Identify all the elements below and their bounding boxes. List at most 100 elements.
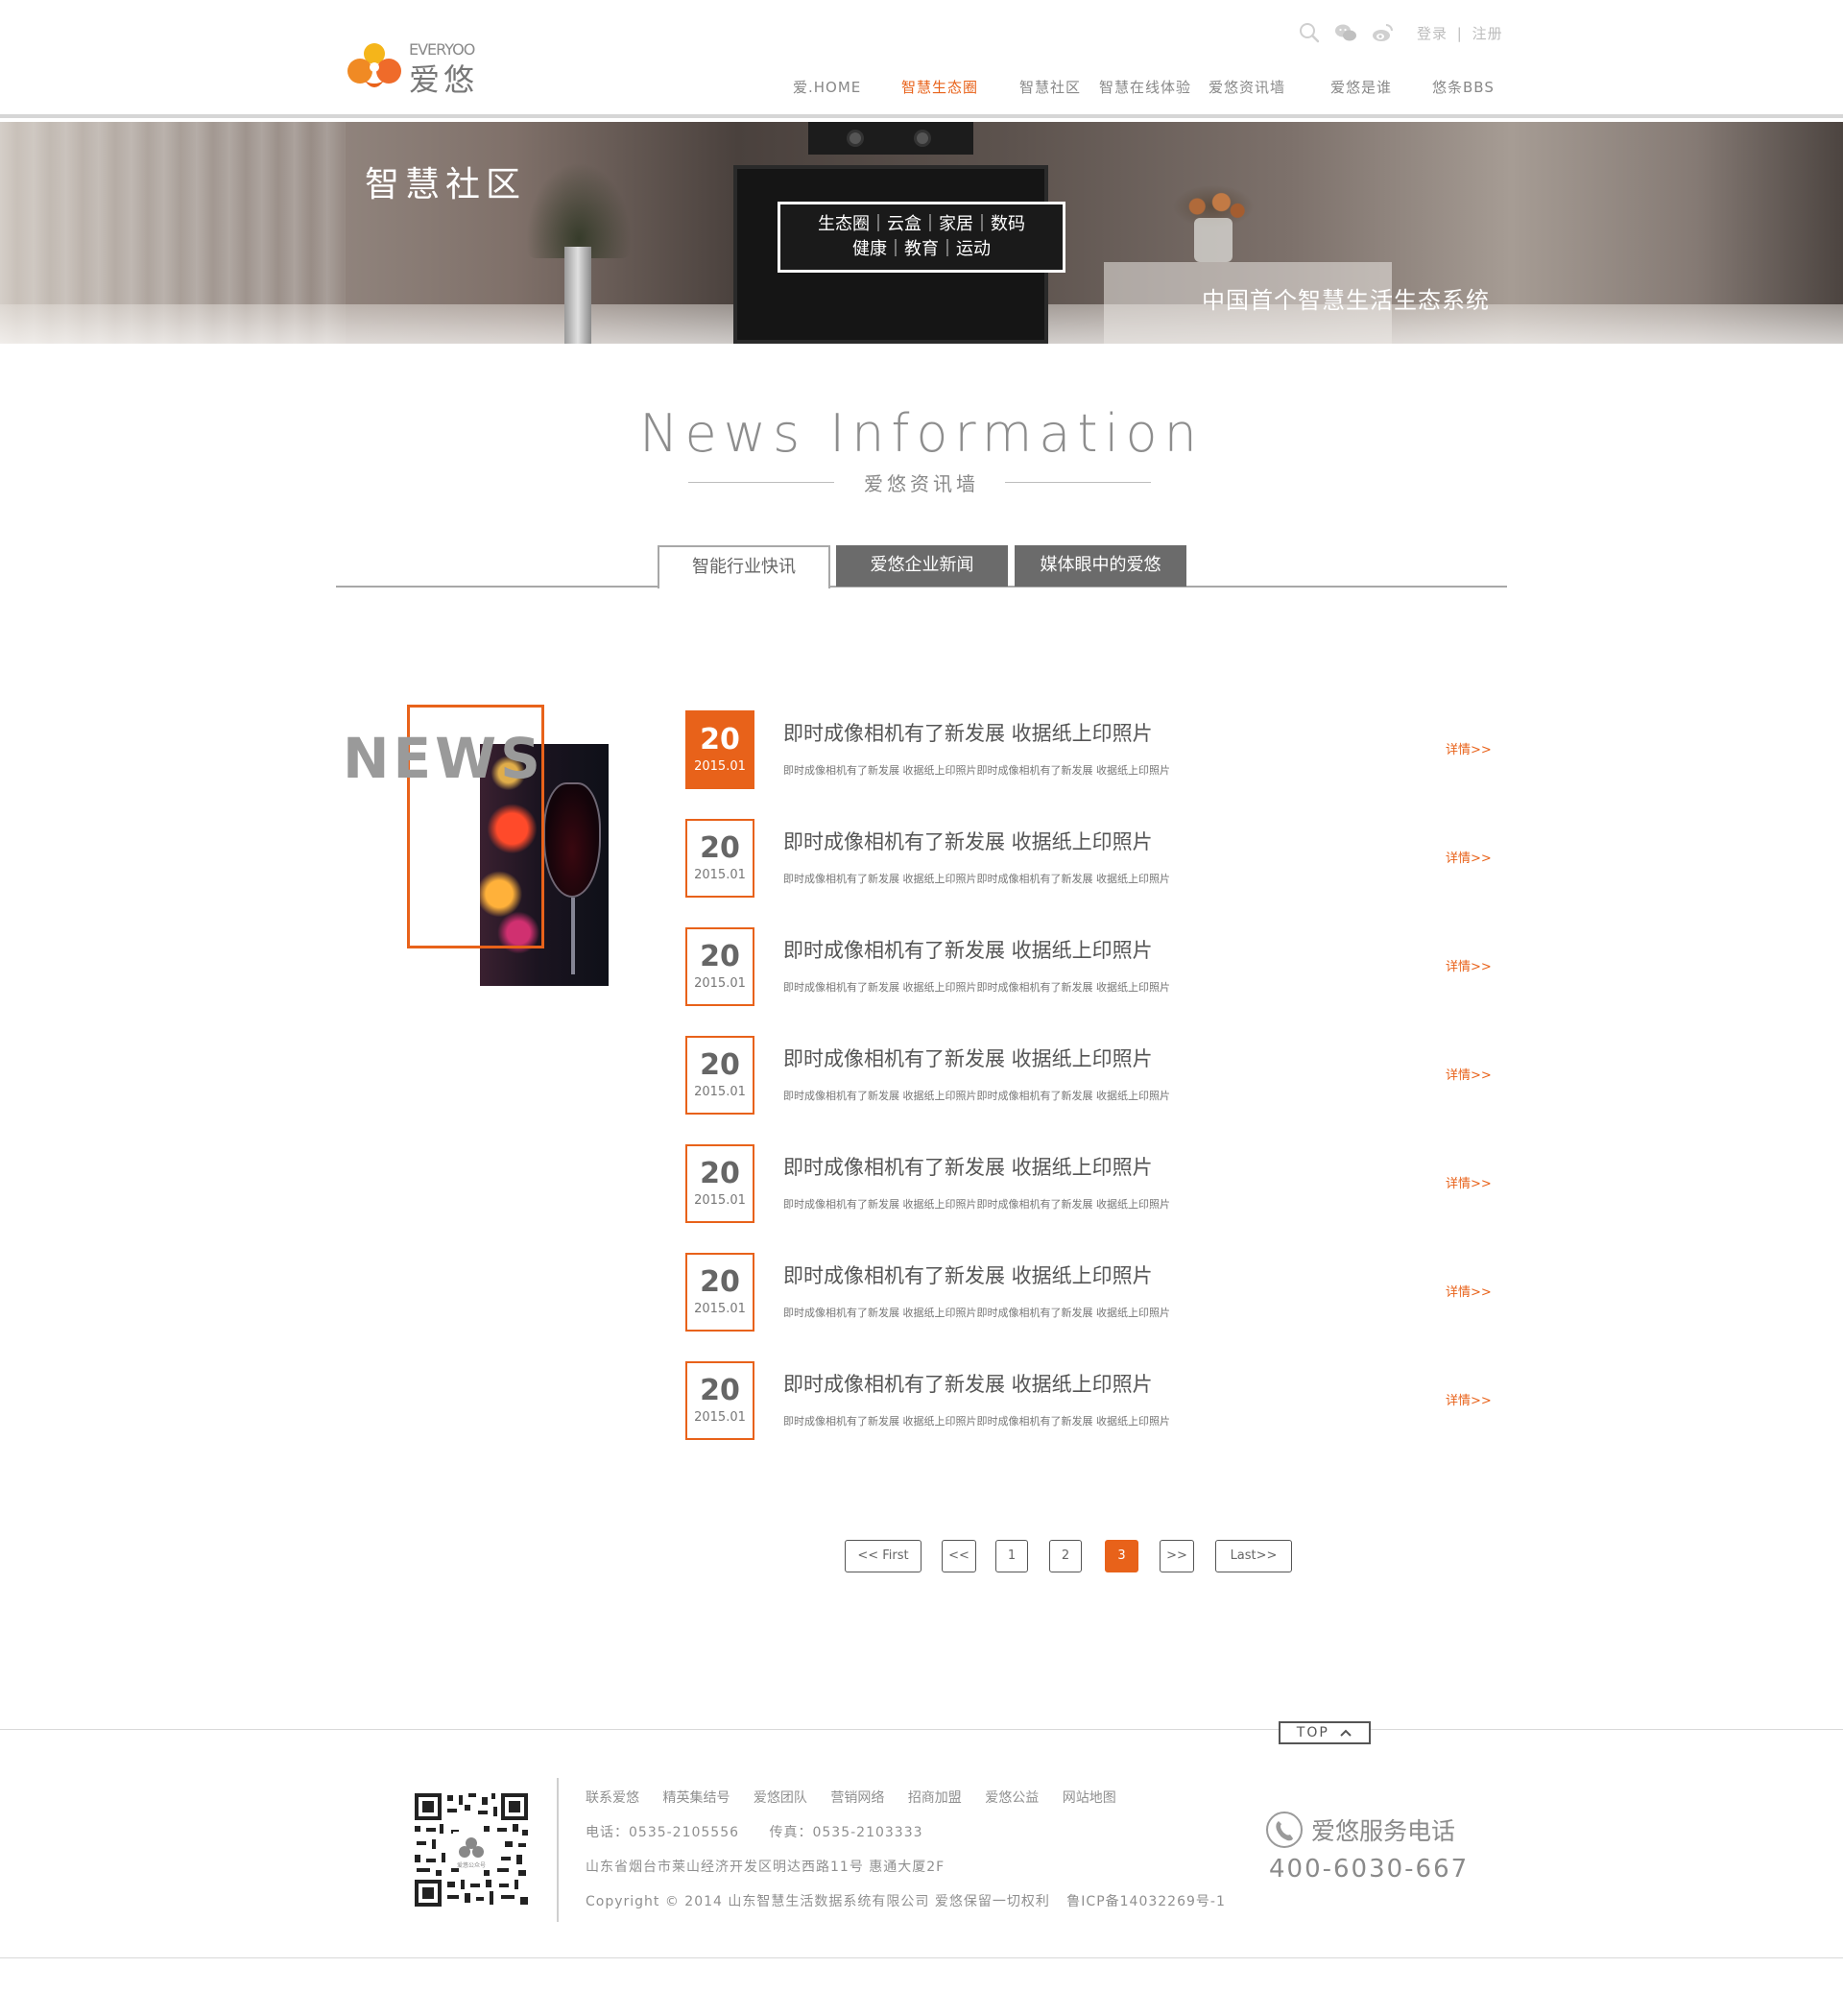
news-date-badge: 20 2015.01 [685, 1361, 754, 1440]
news-title-link[interactable]: 即时成像相机有了新发展 收据纸上印照片 [783, 1260, 1153, 1289]
service-phone-label: 爱悠服务电话 [1311, 1817, 1456, 1845]
phone-icon [1266, 1812, 1303, 1848]
news-detail-link[interactable]: 详情>> [1446, 1282, 1492, 1300]
footer-phone: 电话：0535-2105556 [586, 1825, 740, 1840]
news-summary: 即时成像相机有了新发展 收据纸上印照片即时成像相机有了新发展 收据纸上印照片 [783, 764, 1170, 777]
tab-industry-news[interactable]: 智能行业快讯 [658, 545, 830, 588]
news-list-item: 20 2015.01 即时成像相机有了新发展 收据纸上印照片 即时成像相机有了新… [685, 710, 1507, 791]
search-icon[interactable] [1298, 21, 1321, 44]
footer-copyright: Copyright © 2014 山东智慧生活数据系统有限公司 爱悠保留一切权利 [586, 1894, 1050, 1909]
nav-item-about[interactable]: 爱悠是谁 [1330, 77, 1392, 97]
news-title-link[interactable]: 即时成像相机有了新发展 收据纸上印照片 [783, 1044, 1153, 1072]
chevron-up-icon [1340, 1729, 1352, 1737]
news-detail-link[interactable]: 详情>> [1446, 1065, 1492, 1083]
banner-tagline-line2: 健康｜教育｜运动 [852, 239, 991, 259]
nav-item-online-experience[interactable]: 智慧在线体验 [1099, 77, 1191, 97]
weibo-icon[interactable] [1371, 21, 1394, 44]
pagination-page-3[interactable]: 3 [1105, 1540, 1138, 1572]
brand-name-cn: 爱悠 [409, 61, 479, 98]
footer-link-franchise[interactable]: 招商加盟 [908, 1790, 962, 1806]
footer-copyright-line: Copyright © 2014 山东智慧生活数据系统有限公司 爱悠保留一切权利… [586, 1891, 1226, 1910]
news-detail-link[interactable]: 详情>> [1446, 1173, 1492, 1191]
banner-speaker [808, 122, 973, 155]
news-date-badge: 20 2015.01 [685, 1253, 754, 1332]
section-title: News Information [639, 403, 1204, 464]
news-year-month: 2015.01 [694, 1410, 746, 1425]
footer-top-border [0, 1729, 1843, 1730]
qr-caption: 爱悠公众号 [457, 1861, 486, 1869]
news-title-link[interactable]: 即时成像相机有了新发展 收据纸上印照片 [783, 827, 1153, 855]
header-icons [1298, 21, 1394, 44]
footer-address: 山东省烟台市莱山经济开发区明达西路11号 惠通大厦2F [586, 1860, 945, 1875]
news-summary: 即时成像相机有了新发展 收据纸上印照片即时成像相机有了新发展 收据纸上印照片 [783, 1415, 1170, 1428]
pagination-next-button[interactable]: >> [1160, 1540, 1194, 1572]
tab-media-reports[interactable]: 媒体眼中的爱悠 [1015, 545, 1186, 587]
news-day: 20 [700, 1374, 740, 1407]
news-day: 20 [700, 940, 740, 973]
nav-item-community[interactable]: 智慧社区 [1019, 77, 1081, 97]
nav-item-ecosystem[interactable]: 智慧生态圈 [901, 77, 978, 97]
news-list-item: 20 2015.01 即时成像相机有了新发展 收据纸上印照片 即时成像相机有了新… [685, 819, 1507, 900]
footer-link-recruit[interactable]: 精英集结号 [662, 1790, 730, 1806]
back-to-top-button[interactable]: TOP [1279, 1721, 1371, 1744]
news-list-item: 20 2015.01 即时成像相机有了新发展 收据纸上印照片 即时成像相机有了新… [685, 927, 1507, 1008]
news-summary: 即时成像相机有了新发展 收据纸上印照片即时成像相机有了新发展 收据纸上印照片 [783, 1090, 1170, 1102]
news-list-item: 20 2015.01 即时成像相机有了新发展 收据纸上印照片 即时成像相机有了新… [685, 1361, 1507, 1442]
service-phone-number: 400-6030-667 [1269, 1855, 1470, 1884]
news-summary: 即时成像相机有了新发展 收据纸上印照片即时成像相机有了新发展 收据纸上印照片 [783, 981, 1170, 994]
footer-link-contact[interactable]: 联系爱悠 [586, 1790, 639, 1806]
news-title-link[interactable]: 即时成像相机有了新发展 收据纸上印照片 [783, 1369, 1153, 1398]
pagination-page-1[interactable]: 1 [995, 1540, 1028, 1572]
wine-glass [543, 782, 601, 898]
news-year-month: 2015.01 [694, 976, 746, 991]
news-detail-link[interactable]: 详情>> [1446, 848, 1492, 866]
news-date-badge: 20 2015.01 [685, 1036, 754, 1115]
footer-links: 联系爱悠 精英集结号 爱悠团队 营销网络 招商加盟 爱悠公益 网站地图 [586, 1788, 1136, 1807]
banner-glass-vase [1194, 218, 1233, 262]
footer-link-charity[interactable]: 爱悠公益 [985, 1790, 1039, 1806]
news-detail-link[interactable]: 详情>> [1446, 956, 1492, 974]
back-to-top-label: TOP [1296, 1725, 1329, 1740]
news-day: 20 [700, 723, 740, 756]
login-link[interactable]: 登录 [1417, 25, 1448, 42]
news-title-link[interactable]: 即时成像相机有了新发展 收据纸上印照片 [783, 935, 1153, 964]
news-title-link[interactable]: 即时成像相机有了新发展 收据纸上印照片 [783, 718, 1153, 747]
footer-link-team[interactable]: 爱悠团队 [754, 1790, 807, 1806]
nav-item-home[interactable]: 爱.HOME [793, 77, 861, 97]
news-feature-label: NEWS [343, 726, 544, 791]
banner-tagline-box: 生态圈｜云盒｜家居｜数码 健康｜教育｜运动 [778, 202, 1065, 273]
news-year-month: 2015.01 [694, 1085, 746, 1099]
footer-link-marketing[interactable]: 营销网络 [830, 1790, 884, 1806]
section-subtitle: 爱悠资讯墙 [864, 472, 979, 495]
banner-slogan: 中国首个智慧生活生态系统 [1202, 287, 1490, 314]
news-summary: 即时成像相机有了新发展 收据纸上印照片即时成像相机有了新发展 收据纸上印照片 [783, 1198, 1170, 1211]
news-list-item: 20 2015.01 即时成像相机有了新发展 收据纸上印照片 即时成像相机有了新… [685, 1144, 1507, 1225]
news-list-item: 20 2015.01 即时成像相机有了新发展 收据纸上印照片 即时成像相机有了新… [685, 1036, 1507, 1116]
pagination-page-2[interactable]: 2 [1049, 1540, 1082, 1572]
footer-link-sitemap[interactable]: 网站地图 [1063, 1790, 1116, 1806]
pagination-last-button[interactable]: Last>> [1215, 1540, 1292, 1572]
wine-glass-stem [571, 898, 575, 974]
footer-bottom-border [0, 1957, 1843, 1958]
news-detail-link[interactable]: 详情>> [1446, 1390, 1492, 1408]
news-day: 20 [700, 1265, 740, 1299]
nav-item-news-wall[interactable]: 爱悠资讯墙 [1209, 77, 1285, 97]
nav-item-bbs[interactable]: 悠条BBS [1432, 77, 1495, 97]
wechat-icon[interactable] [1334, 21, 1357, 44]
news-title-link[interactable]: 即时成像相机有了新发展 收据纸上印照片 [783, 1152, 1153, 1181]
logo-mark-icon [347, 43, 401, 87]
pagination-first-button[interactable]: << First [845, 1540, 922, 1572]
news-date-badge: 20 2015.01 [685, 927, 754, 1006]
banner-plant [526, 162, 632, 258]
brand-logo[interactable]: EVERYOO 爱悠 [346, 36, 490, 98]
banner-tagline-line1: 生态圈｜云盒｜家居｜数码 [818, 214, 1025, 234]
news-year-month: 2015.01 [694, 1193, 746, 1208]
news-date-badge: 20 2015.01 [685, 710, 754, 789]
tab-company-news[interactable]: 爱悠企业新闻 [836, 545, 1008, 587]
footer-icp: 鲁ICP备14032269号-1 [1066, 1894, 1226, 1909]
register-link[interactable]: 注册 [1472, 25, 1503, 42]
footer-fax: 传真：0535-2103333 [769, 1825, 923, 1840]
pagination-prev-button[interactable]: << [942, 1540, 976, 1572]
news-detail-link[interactable]: 详情>> [1446, 739, 1492, 757]
footer-contact-line: 电话：0535-2105556 传真：0535-2103333 [586, 1822, 923, 1841]
